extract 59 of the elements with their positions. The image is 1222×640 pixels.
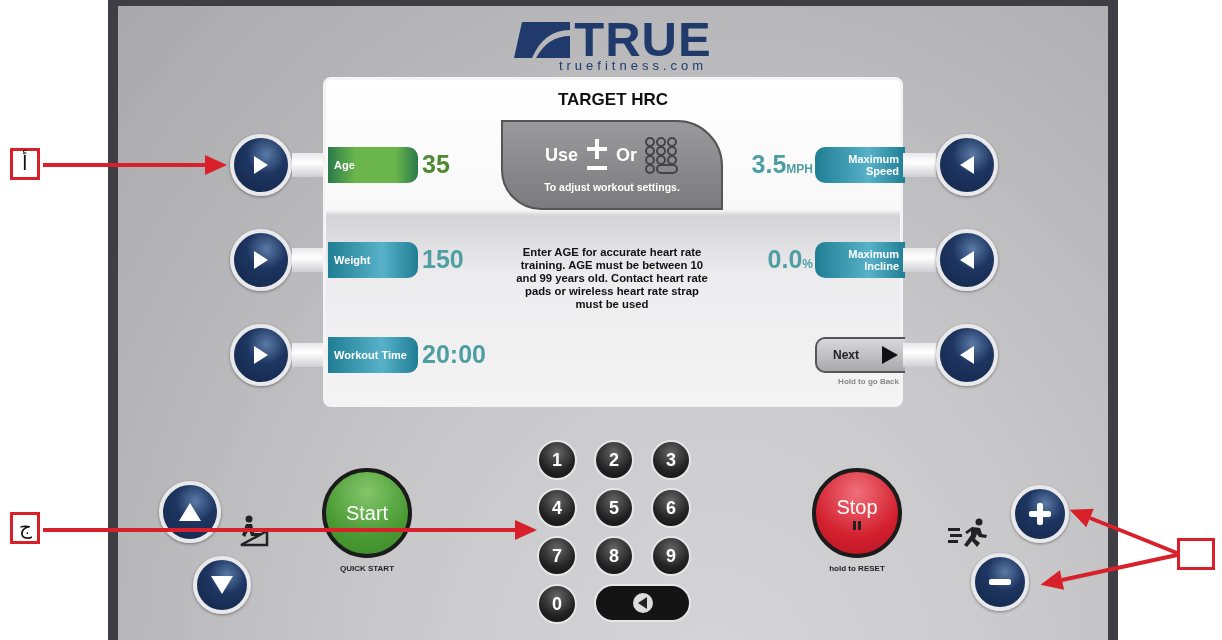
number-key[interactable]: 8: [594, 536, 634, 576]
use-text: Use: [544, 145, 578, 166]
up-triangle-icon: [178, 502, 202, 522]
keypad-icon: [645, 136, 679, 175]
number-key[interactable]: 7: [537, 536, 577, 576]
right-arrow-button[interactable]: [230, 229, 292, 291]
brand-logo: TRUE: [574, 20, 712, 58]
plus-icon: [1028, 502, 1052, 526]
website-text: truefitness.com: [557, 58, 708, 73]
field-value: 35: [422, 150, 450, 179]
speed-up-button[interactable]: [1011, 485, 1069, 543]
connector-bar: [292, 248, 323, 272]
incline-down-button[interactable]: [193, 556, 251, 614]
right-arrow-button[interactable]: [230, 134, 292, 196]
number-key[interactable]: 1: [537, 440, 577, 480]
field-value: 150: [422, 245, 464, 274]
number-key[interactable]: 3: [651, 440, 691, 480]
callout-label: أ: [10, 148, 40, 180]
connector-bar: [903, 248, 936, 272]
speed-down-button[interactable]: [971, 553, 1029, 611]
quick-start-label: QUICK START: [339, 564, 395, 573]
reset-hint-label: hold to RESET: [829, 564, 885, 573]
connector-bar: [903, 153, 936, 177]
screen-title: TARGET HRC: [556, 89, 670, 111]
down-triangle-icon: [210, 575, 234, 595]
left-arrow-button[interactable]: [936, 229, 998, 291]
backspace-key[interactable]: [594, 584, 691, 622]
next-button[interactable]: Next: [815, 337, 905, 373]
running-person-icon: [948, 518, 988, 548]
connector-bar: [292, 153, 323, 177]
number-key[interactable]: 6: [651, 488, 691, 528]
number-key[interactable]: 5: [594, 488, 634, 528]
field-value: 3.5: [751, 150, 787, 179]
number-key[interactable]: 9: [651, 536, 691, 576]
left-arrow-button[interactable]: [936, 134, 998, 196]
field-value: 0.0: [767, 245, 803, 274]
instruction-caption: To adjust workout settings.: [544, 180, 680, 193]
connector-bar: [292, 343, 323, 367]
pause-icon: [853, 521, 861, 530]
arch-logo-icon: [514, 22, 571, 58]
number-key[interactable]: 2: [594, 440, 634, 480]
plus-minus-icon: [586, 138, 608, 173]
right-arrow-button[interactable]: [230, 324, 292, 386]
instruction-message: Enter AGE for accurate heart rate training. AGE must be between 10 and 99 years old. Contact heart rate pads or wireless heart rate strap must be used: [515, 246, 709, 312]
number-key[interactable]: 0: [537, 584, 577, 624]
callout-label: ج: [10, 512, 40, 544]
connector-bar: [903, 343, 936, 367]
incline-up-button[interactable]: [159, 481, 221, 543]
field-value: 20:00: [422, 340, 486, 369]
unit-label: %: [802, 257, 813, 271]
stop-button[interactable]: Stop: [812, 468, 902, 558]
right-triangle-icon: [881, 345, 899, 365]
callout-box: [1177, 538, 1215, 570]
or-text: Or: [616, 145, 637, 166]
unit-label: MPH: [786, 162, 813, 176]
number-key[interactable]: 4: [537, 488, 577, 528]
left-arrow-button[interactable]: [936, 324, 998, 386]
minus-icon: [988, 578, 1012, 586]
hint-text: Hold to go Back: [838, 377, 900, 386]
